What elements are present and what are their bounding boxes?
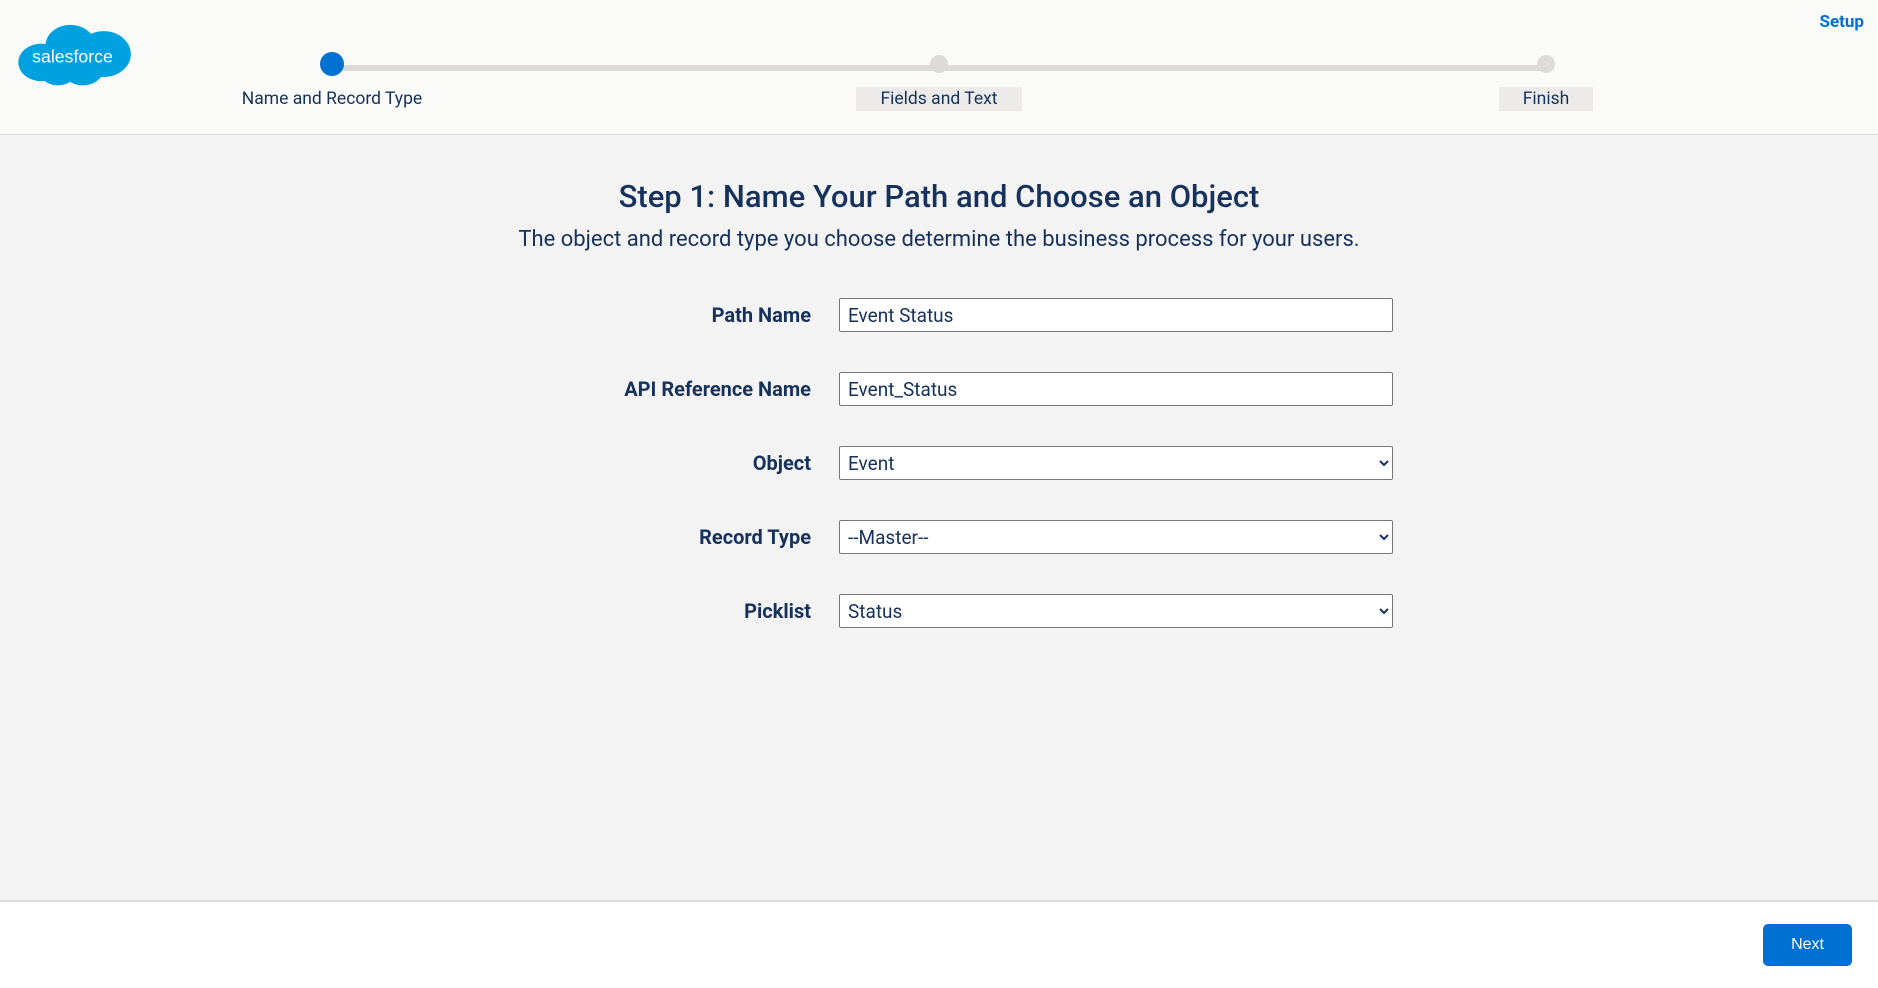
progress-dot-icon [1537, 55, 1555, 73]
path-form: Path Name API Reference Name Object Even… [439, 298, 1439, 628]
record-type-select[interactable]: --Master-- [839, 520, 1393, 554]
object-label: Object [439, 451, 839, 475]
form-row-api-name: API Reference Name [439, 372, 1439, 406]
record-type-label: Record Type [439, 525, 839, 549]
form-row-picklist: Picklist Status [439, 594, 1439, 628]
progress-step-label: Finish [1499, 87, 1594, 111]
api-name-label: API Reference Name [439, 377, 839, 401]
form-row-path-name: Path Name [439, 298, 1439, 332]
object-select[interactable]: Event [839, 446, 1393, 480]
page-subtitle: The object and record type you choose de… [0, 227, 1878, 252]
picklist-label: Picklist [439, 599, 839, 623]
progress-step-label: Name and Record Type [242, 87, 422, 111]
progress-step-2[interactable]: Fields and Text [827, 55, 1051, 111]
progress-dot-icon [320, 52, 344, 76]
setup-link[interactable]: Setup [1820, 12, 1864, 32]
wizard-body: Step 1: Name Your Path and Choose an Obj… [0, 136, 1878, 900]
wizard-footer: Next [0, 900, 1878, 988]
picklist-select[interactable]: Status [839, 594, 1393, 628]
next-button[interactable]: Next [1763, 924, 1852, 966]
path-name-input[interactable] [839, 298, 1393, 332]
api-name-input[interactable] [839, 372, 1393, 406]
progress-step-1[interactable]: Name and Record Type [220, 55, 444, 111]
progress-step-label: Fields and Text [856, 87, 1021, 111]
form-row-record-type: Record Type --Master-- [439, 520, 1439, 554]
progress-indicator: Name and Record Type Fields and Text Fin… [220, 55, 1658, 111]
form-row-object: Object Event [439, 446, 1439, 480]
page-title: Step 1: Name Your Path and Choose an Obj… [0, 178, 1878, 215]
wizard-header: salesforce Setup Name and Record Type Fi… [0, 0, 1878, 135]
progress-step-3[interactable]: Finish [1434, 55, 1658, 111]
salesforce-logo: salesforce [10, 8, 135, 96]
svg-text:salesforce: salesforce [32, 46, 113, 66]
path-name-label: Path Name [439, 303, 839, 327]
progress-dot-icon [930, 55, 948, 73]
